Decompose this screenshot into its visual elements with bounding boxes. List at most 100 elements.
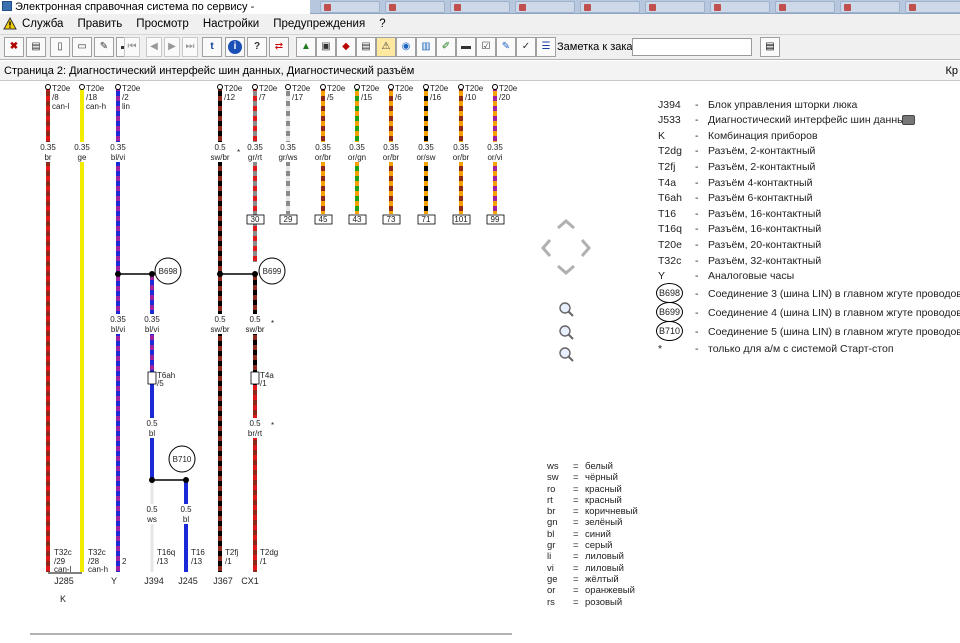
notes-button[interactable]: ✎ bbox=[94, 37, 114, 57]
wire-color-label: ge bbox=[78, 153, 87, 162]
car2-icon: ▬ bbox=[461, 41, 471, 52]
wire-color-label: or/sw bbox=[416, 153, 435, 162]
page-button[interactable]: ▤ bbox=[356, 37, 376, 57]
printer-button[interactable]: ▣ bbox=[316, 37, 336, 57]
check-button[interactable]: ☑ bbox=[476, 37, 496, 57]
nav-left-icon[interactable] bbox=[541, 239, 552, 257]
component-label: K bbox=[60, 594, 66, 604]
next-page-button[interactable]: ▶ bbox=[164, 37, 180, 57]
taskbar-tab[interactable] bbox=[645, 1, 705, 13]
taskbar-tab[interactable] bbox=[320, 1, 380, 13]
first-page-button[interactable]: ⏮ bbox=[124, 37, 140, 57]
page-title: Страница 2: Диагностический интерфейс ши… bbox=[4, 65, 415, 77]
prev-page-button[interactable]: ◀ bbox=[146, 37, 162, 57]
legend-row: T16q - Разъём, 16-контактный bbox=[657, 222, 960, 238]
menu-help[interactable]: ? bbox=[379, 14, 385, 34]
legend-row: T6ah - Разъём 6-контактный bbox=[657, 191, 960, 207]
taskbar-tab[interactable] bbox=[580, 1, 640, 13]
save-button[interactable]: ▥ bbox=[416, 37, 436, 57]
new-doc-icon: ▯ bbox=[57, 41, 63, 52]
taskbar-tab[interactable] bbox=[905, 1, 960, 13]
wire-color-label: bl bbox=[183, 515, 189, 524]
camera-icon[interactable] bbox=[902, 115, 915, 126]
pin-marker bbox=[115, 84, 121, 90]
color-name: белый bbox=[585, 461, 613, 472]
book-button[interactable]: ◆ bbox=[336, 37, 356, 57]
wire-size-label: 0.35 bbox=[349, 143, 365, 152]
doc-button[interactable]: ▭ bbox=[72, 37, 92, 57]
wire-size-label: 0.35 bbox=[247, 143, 263, 152]
menu-view[interactable]: Просмотр bbox=[136, 14, 189, 34]
zoom-out-icon-handle[interactable] bbox=[567, 355, 574, 362]
page-title-bar: Страница 2: Диагностический интерфейс ши… bbox=[0, 61, 960, 81]
check-icon: ☑ bbox=[481, 41, 491, 52]
menu-warnings[interactable]: Предупреждения bbox=[273, 14, 365, 34]
wire-size-label: 0.35 bbox=[110, 143, 126, 152]
legend-desc: Разъём 4-контактный bbox=[708, 176, 813, 189]
menu-button[interactable]: ☰ bbox=[536, 37, 556, 57]
wire-color-label: sw/br bbox=[245, 325, 264, 334]
nav-right-icon[interactable] bbox=[580, 239, 591, 257]
nav-down-icon[interactable] bbox=[557, 264, 575, 275]
color-name: красный bbox=[585, 494, 622, 506]
pin-label: /1 bbox=[260, 379, 267, 388]
window-title-bar: Электронная справочная система по сервис… bbox=[0, 0, 310, 27]
info-button[interactable]: i bbox=[225, 37, 245, 57]
help-button[interactable]: ? bbox=[247, 37, 267, 57]
order-note-input[interactable] bbox=[632, 38, 752, 56]
globe-button[interactable]: ◉ bbox=[396, 37, 416, 57]
taskbar-tab[interactable] bbox=[515, 1, 575, 13]
splice-dot bbox=[183, 477, 189, 483]
legend-desc: Соединение 3 (шина LIN) в главном жгуте … bbox=[708, 287, 960, 300]
legend-code: T6ah bbox=[658, 192, 682, 205]
legend-code: J394 bbox=[658, 98, 681, 111]
toolbar: ✖ ▤ ▯ ▭ ✎ ▬ ⏮ ◀ ▶ ⏭ t i ? ⇄ ▲ ▣ ◆ ▤ ⚠ ◉ … bbox=[0, 34, 960, 60]
t-button[interactable]: t bbox=[202, 37, 222, 57]
color-name: жёлтый bbox=[585, 573, 619, 585]
new-doc-button[interactable]: ▯ bbox=[50, 37, 70, 57]
doc-icon: ▭ bbox=[77, 41, 87, 52]
swap-button[interactable]: ⇄ bbox=[269, 37, 289, 57]
signal-label: lin bbox=[122, 102, 130, 111]
color-code: vi bbox=[547, 562, 554, 574]
legend-code: T2dg bbox=[658, 145, 682, 158]
wire-color-label: bl/vi bbox=[145, 325, 159, 334]
edit-button[interactable]: ✎ bbox=[496, 37, 516, 57]
taskbar-tab[interactable] bbox=[840, 1, 900, 13]
menu-service[interactable]: Служба bbox=[22, 14, 63, 34]
settings-button[interactable]: ✓ bbox=[516, 37, 536, 57]
wire-size-label: 0.35 bbox=[74, 143, 90, 152]
pin-marker bbox=[388, 84, 394, 90]
legend-desc: Разъём, 16-контактный bbox=[708, 207, 822, 220]
order-note-button[interactable]: ▤ bbox=[760, 37, 780, 57]
edit-icon: ✎ bbox=[501, 41, 511, 52]
menu-edit[interactable]: Править bbox=[77, 14, 122, 34]
zoom-fit-icon-handle[interactable] bbox=[567, 310, 574, 317]
print-button[interactable]: ▤ bbox=[26, 37, 46, 57]
wire-color-label: ws bbox=[146, 515, 157, 524]
next-icon: ▶ bbox=[168, 41, 176, 52]
car2-button[interactable]: ▬ bbox=[456, 37, 476, 57]
last-page-button[interactable]: ⏭ bbox=[182, 37, 198, 57]
taskbar-tab[interactable] bbox=[385, 1, 445, 13]
legend-code: T32c bbox=[658, 254, 682, 267]
taskbar-tab[interactable] bbox=[450, 1, 510, 13]
globe-icon: ◉ bbox=[401, 41, 411, 52]
zoom-in-icon-handle[interactable] bbox=[567, 333, 574, 340]
taskbar-tab[interactable] bbox=[710, 1, 770, 13]
legend-row: Y - Аналоговые часы bbox=[657, 269, 960, 285]
vehicle-id-button[interactable]: ▲ bbox=[296, 37, 316, 57]
tool-button[interactable]: ✐ bbox=[436, 37, 456, 57]
taskbar-tab[interactable] bbox=[775, 1, 835, 13]
menu-settings[interactable]: Настройки bbox=[203, 14, 259, 34]
splice-dot bbox=[149, 271, 155, 277]
pin-marker bbox=[492, 84, 498, 90]
wire-size-label: 0.35 bbox=[383, 143, 399, 152]
exit-button[interactable]: ✖ bbox=[4, 37, 24, 57]
connector-label: T2fj bbox=[225, 548, 239, 557]
warning-button[interactable]: ⚠ bbox=[376, 37, 396, 57]
nav-up-icon[interactable] bbox=[557, 219, 575, 230]
color-row: ge = жёлтый bbox=[547, 573, 619, 585]
connector-label: T32c bbox=[88, 548, 106, 557]
legend-desc: Соединение 5 (шина LIN) в главном жгуте … bbox=[708, 325, 960, 338]
